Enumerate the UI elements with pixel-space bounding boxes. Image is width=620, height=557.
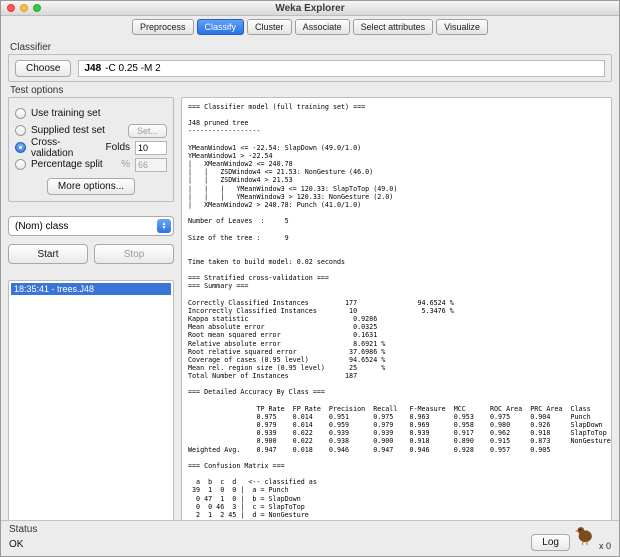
tab-classify[interactable]: Classify [196, 19, 245, 35]
percentage-split-radio[interactable] [15, 159, 26, 170]
choose-button[interactable]: Choose [15, 59, 72, 77]
classifier-panel: Classifier Choose J48 -C 0.25 -M 2 [8, 42, 612, 82]
zoom-window-button[interactable] [33, 4, 41, 12]
classifier-params: -C 0.25 -M 2 [105, 62, 161, 74]
percent-label: % [121, 159, 130, 170]
tab-associate[interactable]: Associate [294, 19, 350, 35]
option-use-training-set[interactable]: Use training set [15, 105, 167, 122]
start-button[interactable]: Start [8, 244, 88, 264]
set-button[interactable]: Set... [127, 123, 167, 138]
tab-preprocess[interactable]: Preprocess [132, 19, 194, 35]
option-percentage-split[interactable]: Percentage split % [15, 156, 167, 173]
titlebar: Weka Explorer [1, 1, 619, 16]
tab-select-attributes[interactable]: Select attributes [352, 19, 434, 35]
classifier-output-text[interactable]: === Classifier model (full training set)… [188, 103, 611, 519]
weka-explorer-window: Weka Explorer Preprocess Classify Cluste… [0, 0, 620, 557]
test-options-group-label: Test options [10, 85, 64, 96]
class-attribute-selector[interactable]: (Nom) class ▲ ▼ [8, 216, 174, 236]
left-panel: Test options Use training set Supplied t… [8, 85, 174, 523]
result-list-panel[interactable]: Result list (right-click for options) 18… [8, 280, 174, 523]
status-message: OK [9, 539, 24, 550]
window-controls [7, 4, 41, 12]
weka-bird-icon [574, 525, 594, 551]
classifier-name: J48 [84, 62, 102, 74]
percentage-split-label: Percentage split [31, 159, 103, 170]
percentage-input[interactable] [135, 157, 167, 172]
tab-bar: Preprocess Classify Cluster Associate Se… [1, 16, 619, 38]
stop-button[interactable]: Stop [94, 244, 174, 264]
log-button[interactable]: Log [531, 534, 570, 551]
status-label: Status [9, 524, 38, 535]
window-title: Weka Explorer [275, 2, 345, 14]
main-content: Test options Use training set Supplied t… [8, 85, 612, 523]
more-options-button[interactable]: More options... [46, 178, 136, 195]
combo-arrows-icon: ▲ ▼ [157, 219, 171, 233]
folds-input[interactable] [135, 140, 167, 155]
status-bar: Status OK Log x 0 [1, 520, 619, 556]
option-cross-validation[interactable]: Cross-validation Folds [15, 136, 167, 159]
tab-visualize[interactable]: Visualize [436, 19, 488, 35]
folds-label: Folds [105, 142, 130, 153]
minimize-window-button[interactable] [20, 4, 28, 12]
use-training-set-radio[interactable] [15, 108, 26, 119]
classifier-config-field[interactable]: J48 -C 0.25 -M 2 [78, 59, 605, 77]
classifier-output-panel[interactable]: Classifier output === Classifier model (… [181, 97, 612, 523]
close-window-button[interactable] [7, 4, 15, 12]
cross-validation-radio[interactable] [15, 142, 26, 153]
cross-validation-label: Cross-validation [31, 136, 74, 159]
tab-cluster[interactable]: Cluster [247, 19, 292, 35]
class-attribute-value: (Nom) class [15, 220, 69, 232]
supplied-test-set-radio[interactable] [15, 125, 26, 136]
weka-task-counter: x 0 [598, 541, 611, 551]
classifier-group-label: Classifier [10, 42, 52, 53]
use-training-set-label: Use training set [31, 108, 101, 119]
test-options-panel: Test options Use training set Supplied t… [8, 85, 174, 202]
result-list-item[interactable]: 18:35:41 - trees.J48 [11, 283, 171, 295]
supplied-test-set-label: Supplied test set [31, 125, 105, 136]
run-controls: Start Stop [8, 244, 174, 264]
